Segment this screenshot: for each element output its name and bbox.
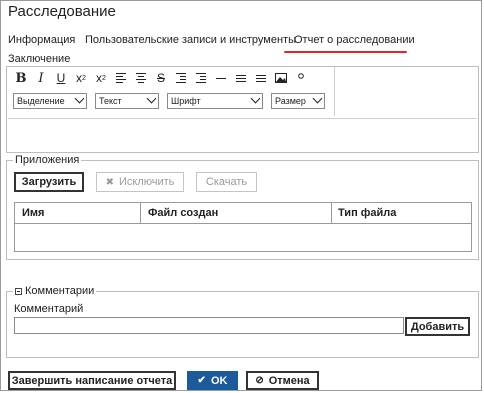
link-icon[interactable]	[293, 70, 309, 86]
font-dropdown-value: Шрифт	[171, 96, 201, 106]
italic-button[interactable]: I	[33, 70, 49, 86]
tab-user-records[interactable]: Пользовательские записи и инструменты	[85, 34, 296, 46]
upload-button[interactable]: Загрузить	[14, 172, 84, 192]
bold-button[interactable]: B	[13, 70, 29, 86]
comment-input[interactable]	[14, 317, 404, 334]
comments-legend[interactable]: Комментарии	[13, 285, 97, 297]
column-divider	[331, 203, 332, 223]
subscript-button[interactable]: x2	[73, 70, 89, 86]
text-dropdown-value: Текст	[99, 96, 122, 106]
column-file-created[interactable]: Файл создан	[148, 207, 218, 219]
finish-report-button[interactable]: Завершить написание отчета	[8, 371, 176, 390]
active-tab-indicator	[284, 51, 407, 53]
indent-icon[interactable]	[193, 70, 209, 86]
tab-investigation-report[interactable]: Отчет о расследовании	[294, 34, 415, 46]
numbered-list-icon[interactable]	[253, 70, 269, 86]
tab-information[interactable]: Информация	[8, 34, 75, 46]
conclusion-editor: B I U x2 x2 S Выделение Текст Шрифт Разм…	[6, 66, 479, 153]
superscript-button[interactable]: x2	[93, 70, 109, 86]
align-left-icon[interactable]	[113, 70, 129, 86]
conclusion-text-area[interactable]	[8, 118, 477, 153]
ok-button-label: OK	[210, 374, 228, 387]
exclude-button-label: Исключить	[118, 176, 175, 188]
add-comment-button[interactable]: Добавить	[405, 317, 470, 336]
cancel-button[interactable]: ⊘ Отмена	[246, 371, 319, 390]
strikethrough-button[interactable]: S	[153, 70, 169, 86]
outdent-icon[interactable]	[173, 70, 189, 86]
font-dropdown[interactable]: Шрифт	[167, 93, 263, 109]
attachments-legend: Приложения	[13, 154, 82, 166]
text-dropdown[interactable]: Текст	[95, 93, 159, 109]
bullet-list-icon[interactable]	[233, 70, 249, 86]
column-divider	[140, 203, 141, 223]
chevron-down-icon	[250, 93, 261, 104]
highlight-dropdown-value: Выделение	[17, 96, 65, 106]
cancel-button-label: Отмена	[268, 374, 310, 387]
chevron-down-icon	[146, 93, 157, 104]
align-center-icon[interactable]	[133, 70, 149, 86]
comment-field-label: Комментарий	[14, 303, 84, 315]
underline-button[interactable]: U	[53, 70, 69, 86]
attachments-table: Имя Файл создан Тип файла	[14, 202, 472, 252]
ok-button[interactable]: ✔ OK	[187, 371, 238, 390]
image-icon[interactable]	[273, 70, 289, 86]
column-name[interactable]: Имя	[22, 207, 44, 219]
investigation-window: Расследование Информация Пользовательски…	[0, 0, 482, 391]
collapse-icon[interactable]	[15, 287, 22, 295]
close-icon: ✖	[105, 176, 114, 188]
column-file-type[interactable]: Тип файла	[338, 207, 396, 219]
window-title: Расследование	[8, 3, 116, 20]
editor-toolbar: B I U x2 x2 S Выделение Текст Шрифт Разм…	[7, 67, 335, 116]
size-dropdown[interactable]: Размер	[271, 93, 325, 109]
chevron-down-icon	[312, 93, 323, 104]
download-button[interactable]: Скачать	[196, 172, 257, 192]
highlight-dropdown[interactable]: Выделение	[13, 93, 87, 109]
table-header: Имя Файл создан Тип файла	[15, 203, 471, 224]
horizontal-rule-icon[interactable]	[213, 70, 229, 86]
conclusion-label: Заключение	[8, 53, 71, 65]
comments-legend-label: Комментарии	[25, 285, 95, 297]
cancel-icon: ⊘	[255, 375, 264, 386]
size-dropdown-value: Размер	[275, 96, 306, 106]
exclude-button[interactable]: ✖ Исключить	[96, 172, 184, 192]
chevron-down-icon	[74, 93, 85, 104]
check-icon: ✔	[197, 375, 206, 386]
